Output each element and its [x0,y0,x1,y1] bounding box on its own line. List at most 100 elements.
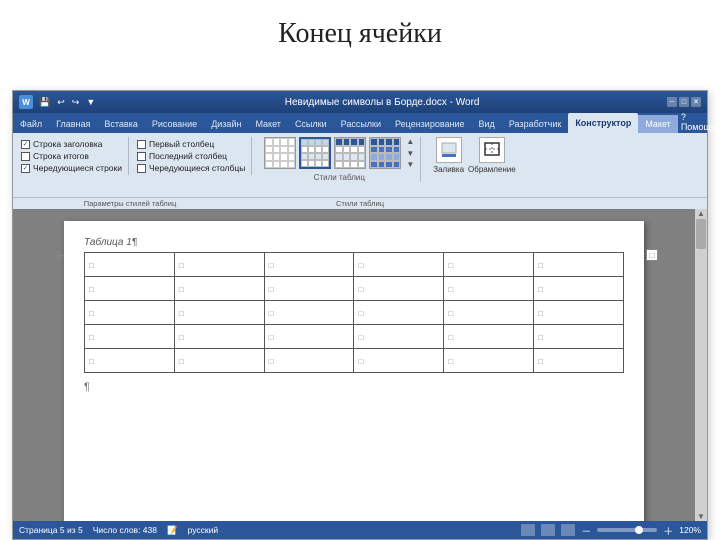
cb-header-row[interactable]: Строка заголовка [21,139,122,149]
tab-table-layout[interactable]: Макет [638,115,677,133]
fill-color-btn[interactable]: Заливка [433,137,464,174]
table-style-dark-header[interactable] [334,137,366,169]
zoom-out-btn[interactable]: － [581,523,591,538]
cb-header-row-box[interactable] [21,140,30,149]
styles-scroll-up[interactable]: ▲ [406,137,414,146]
dropdown-quick-btn[interactable]: ▼ [84,97,97,107]
tab-mailings[interactable]: Рассылки [334,115,388,133]
table-cell[interactable]: □ [85,253,175,277]
table-cell[interactable]: □ [354,277,444,301]
table-row: □ □ □ □ □ □ [85,253,624,277]
table-style-light-header[interactable] [299,137,331,169]
table-cell[interactable]: □ [444,253,534,277]
table-cell[interactable]: □ [534,277,624,301]
table-cell[interactable]: □ [85,349,175,373]
cell-marker: □ [538,333,543,342]
tab-design[interactable]: Дизайн [204,115,248,133]
cb-last-col[interactable]: Последний столбец [137,151,245,161]
document-scroll[interactable]: ✛ Таблица 1¶ □ □ □ □ □ □ [13,209,695,521]
section-params-label: Параметры стилей таблиц [15,199,245,208]
table-cell[interactable]: □ [444,301,534,325]
table-anchor[interactable]: □ [646,249,658,261]
tab-constructor[interactable]: Конструктор [568,113,638,133]
checkboxes-right: Первый столбец Последний столбец Чередую… [135,137,252,175]
table-cell[interactable]: □ [85,301,175,325]
table-cell[interactable]: □ [264,277,354,301]
cb-banded-cols-box[interactable] [137,164,146,173]
table-style-plain[interactable] [264,137,296,169]
close-btn[interactable]: ✕ [691,97,701,107]
scroll-up-btn[interactable]: ▲ [695,209,707,218]
table-cell[interactable]: □ [534,349,624,373]
tab-review[interactable]: Рецензирование [388,115,472,133]
styles-scroll-down[interactable]: ▼ [406,149,414,158]
cb-last-col-box[interactable] [137,152,146,161]
cell-marker: □ [89,309,94,318]
cb-banded-cols[interactable]: Чередующиеся столбцы [137,163,245,173]
table-cell[interactable]: □ [174,325,264,349]
cb-first-col[interactable]: Первый столбец [137,139,245,149]
table-row: □ □ □ □ □ □ [85,325,624,349]
tab-view[interactable]: Вид [472,115,502,133]
styles-more[interactable]: ▼ [406,160,414,169]
cell-marker: □ [89,261,94,270]
view-mode-print[interactable] [521,524,535,536]
redo-quick-btn[interactable]: ↪ [70,97,82,108]
table-cell[interactable]: □ [444,349,534,373]
minimize-btn[interactable]: ─ [667,97,677,107]
undo-quick-btn[interactable]: ↩ [55,97,67,108]
cb-banded-rows-box[interactable] [21,164,30,173]
table-cell[interactable]: □ [444,325,534,349]
cell-marker: □ [179,357,184,366]
restore-btn[interactable]: □ [679,97,689,107]
zoom-in-btn[interactable]: ＋ [663,523,673,538]
table-cell[interactable]: □ [354,301,444,325]
table-cell[interactable]: □ [534,301,624,325]
cell-marker: □ [269,261,274,270]
table-cell[interactable]: □ [174,277,264,301]
cb-total-row[interactable]: Строка итогов [21,151,122,161]
table-cell[interactable]: □ [85,277,175,301]
tab-insert[interactable]: Вставка [97,115,144,133]
scroll-down-btn[interactable]: ▼ [695,512,707,521]
tab-references[interactable]: Ссылки [288,115,334,133]
zoom-slider-thumb[interactable] [635,526,643,534]
save-quick-btn[interactable]: 💾 [37,97,52,108]
table-cell[interactable]: □ [174,301,264,325]
view-mode-web[interactable] [541,524,555,536]
fill-icon [436,137,462,163]
tab-layout[interactable]: Макет [248,115,287,133]
tab-file[interactable]: Файл [13,115,49,133]
scrollbar-vertical[interactable]: ▲ ▼ [695,209,707,521]
cell-marker: □ [538,309,543,318]
table-cell[interactable]: □ [174,253,264,277]
tab-draw[interactable]: Рисование [145,115,204,133]
table-cell[interactable]: □ [174,349,264,373]
table-style-4[interactable] [369,137,401,169]
cb-first-col-box[interactable] [137,140,146,149]
tab-developer[interactable]: Разработчик [502,115,568,133]
table-cell[interactable]: □ [444,277,534,301]
table-cell[interactable]: □ [354,325,444,349]
table-cell[interactable]: □ [534,325,624,349]
zoom-slider[interactable] [597,528,657,532]
view-mode-read[interactable] [561,524,575,536]
table-cell[interactable]: □ [264,349,354,373]
table-cell[interactable]: □ [264,325,354,349]
title-bar: W 💾 ↩ ↪ ▼ Невидимые символы в Борде.docx… [13,91,707,113]
cb-banded-rows[interactable]: Чередующиеся строки [21,163,122,173]
border-btn[interactable]: Обрамление [468,137,516,174]
table-cell[interactable]: □ [534,253,624,277]
cb-total-row-box[interactable] [21,152,30,161]
tab-home[interactable]: Главная [49,115,97,133]
table-cell[interactable]: □ [264,301,354,325]
table-caption: Таблица 1¶ [84,237,624,248]
table-cell[interactable]: □ [264,253,354,277]
table-cell[interactable]: □ [85,325,175,349]
help-btn[interactable]: ? Помощь [678,111,719,133]
table-cell[interactable]: □ [354,253,444,277]
table-move-handle[interactable]: ✛ [54,249,64,263]
scroll-thumb[interactable] [696,219,706,249]
table-cell[interactable]: □ [354,349,444,373]
cell-marker: □ [448,309,453,318]
